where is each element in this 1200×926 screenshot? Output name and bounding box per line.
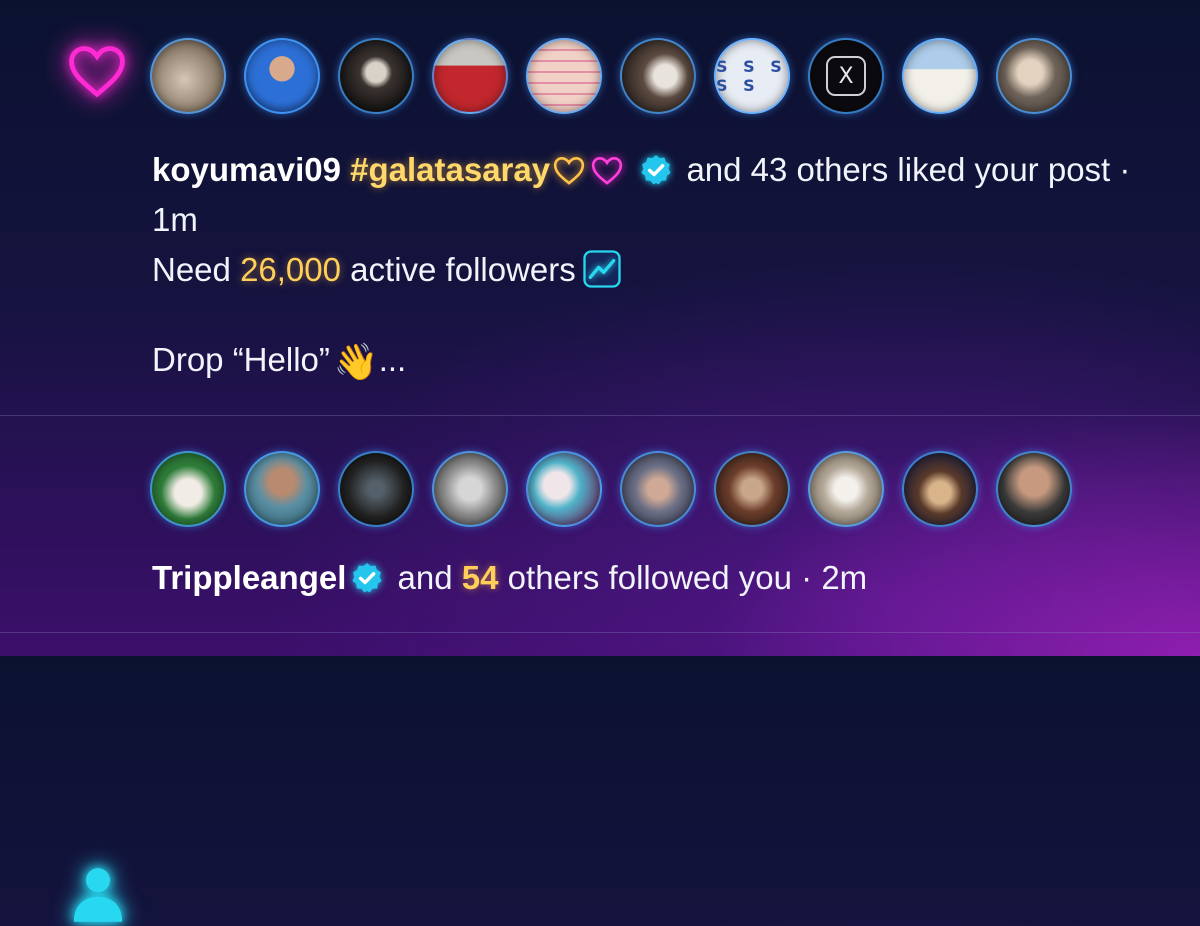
need-prefix-text: Need	[152, 251, 241, 288]
avatar[interactable]	[338, 451, 414, 527]
x-logo-icon: X	[826, 56, 866, 96]
username-link[interactable]: Trippleangel	[152, 559, 346, 596]
follow-notification-text: Trippleangel and 54 others followed you …	[152, 553, 1142, 603]
avatar[interactable]	[714, 451, 790, 527]
avatar[interactable]: S S S S S	[714, 38, 790, 114]
like-notification[interactable]: S S S S S X koyumavi09 #galatasaray and …	[0, 0, 1200, 415]
avatar[interactable]	[902, 451, 978, 527]
avatar[interactable]	[526, 451, 602, 527]
pink-heart-icon	[588, 150, 626, 185]
avatar[interactable]	[902, 38, 978, 114]
follow-mid-text: and	[388, 559, 462, 596]
need-suffix-text: active followers	[341, 251, 576, 288]
avatar[interactable]	[244, 38, 320, 114]
gold-heart-icon	[550, 150, 588, 185]
verified-badge-icon	[639, 151, 673, 185]
follower-count: 54	[461, 559, 499, 596]
follow-notification[interactable]: Trippleangel and 54 others followed you …	[0, 416, 1200, 922]
avatar[interactable]	[338, 38, 414, 114]
like-notification-text: koyumavi09 #galatasaray and 43 others li…	[152, 145, 1142, 387]
heart-icon	[64, 40, 130, 100]
follow-end-text: others followed you · 2m	[498, 559, 868, 596]
avatar[interactable]	[244, 451, 320, 527]
avatar[interactable]: X	[808, 38, 884, 114]
avatar[interactable]	[526, 38, 602, 114]
avatar[interactable]	[150, 38, 226, 114]
avatar[interactable]	[432, 38, 508, 114]
avatar[interactable]	[996, 451, 1072, 527]
liker-avatars: S S S S S X	[150, 38, 1072, 114]
avatar-s-text: S S S S S	[716, 57, 787, 95]
avatar[interactable]	[996, 38, 1072, 114]
ellipsis-text: ...	[378, 341, 407, 378]
hashtag-link[interactable]: #galatasaray	[350, 151, 550, 188]
drop-hello-text: Drop “Hello”	[152, 341, 330, 378]
user-icon	[66, 862, 130, 926]
avatar[interactable]	[808, 451, 884, 527]
waving-hand-icon: 👋	[333, 341, 379, 382]
follower-goal-number: 26,000	[240, 251, 341, 288]
avatar[interactable]	[620, 38, 696, 114]
avatar[interactable]	[150, 451, 226, 527]
verified-badge-icon	[350, 559, 384, 593]
username-link[interactable]: koyumavi09	[152, 151, 341, 188]
avatar[interactable]	[620, 451, 696, 527]
chart-increasing-icon	[582, 249, 622, 289]
divider	[0, 632, 1200, 633]
avatar[interactable]	[432, 451, 508, 527]
follower-avatars	[150, 451, 1072, 527]
